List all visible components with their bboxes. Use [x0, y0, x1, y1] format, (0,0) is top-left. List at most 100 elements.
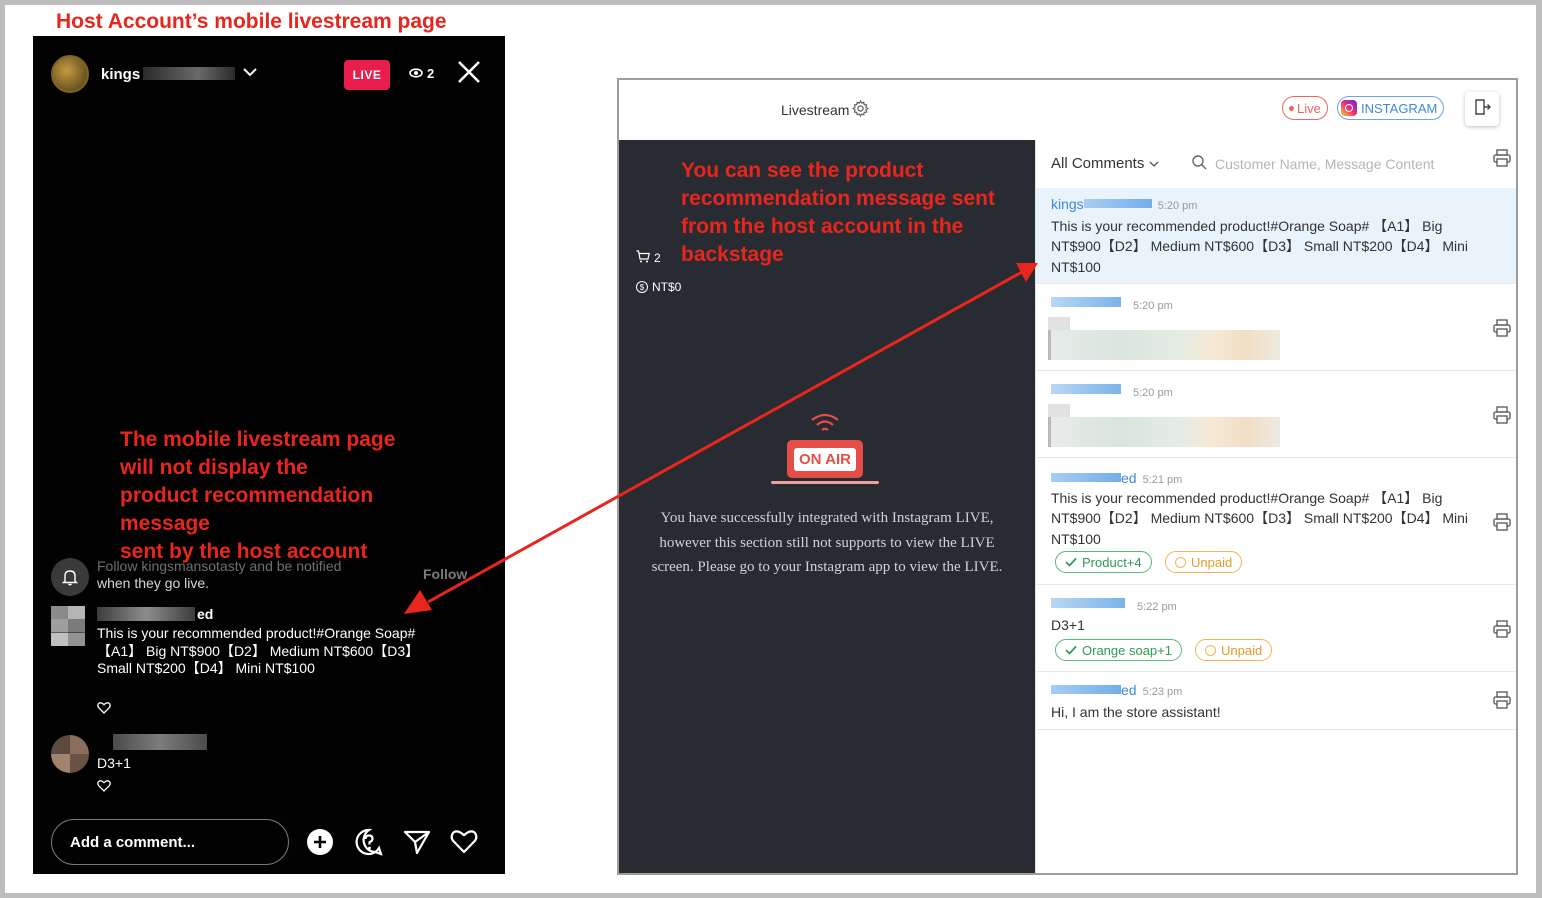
mobile-livestream-screen: kings LIVE 2 The mobile livestream page …: [33, 36, 505, 874]
comments-header: All Comments Customer Name, Message Cont…: [1036, 140, 1516, 188]
print-button[interactable]: [1492, 318, 1512, 343]
product-tag[interactable]: Product+4: [1055, 551, 1152, 573]
payment-status-label: Unpaid: [1191, 554, 1233, 570]
live-status-pill: Live: [1282, 96, 1328, 120]
backstage-annotation-line: backstage: [681, 243, 784, 266]
on-air-badge: ON AIR: [787, 440, 863, 478]
comment-text: D3+1: [1051, 617, 1085, 633]
search-placeholder: Customer Name, Message Content: [1215, 156, 1435, 172]
mobile-annotation-line: will not display the: [120, 456, 308, 479]
viewer-count: 2: [409, 66, 434, 81]
chevron-down-icon[interactable]: [243, 64, 257, 80]
product-tag-label: Product+4: [1082, 554, 1142, 570]
comment-author[interactable]: kings 5:20 pm: [1051, 196, 1197, 212]
comment-row[interactable]: ed 5:21 pm This is your recommended produ…: [1036, 458, 1516, 585]
instagram-pill: INSTAGRAM: [1337, 96, 1445, 120]
comment-row[interactable]: 5:20 pm: [1036, 284, 1516, 371]
redacted-name: [1051, 297, 1121, 307]
check-icon: [1065, 643, 1077, 658]
print-button[interactable]: [1492, 512, 1512, 537]
redacted-name: [1083, 199, 1152, 208]
print-all-button[interactable]: [1492, 148, 1512, 173]
comment-row[interactable]: 5:20 pm: [1036, 371, 1516, 458]
follow-notification: Follow kingsmansotasty and be notified w…: [51, 558, 491, 598]
backstage-annotation-line: recommendation message sent: [681, 187, 995, 210]
payment-status-label: Unpaid: [1221, 642, 1263, 658]
heart-icon[interactable]: [97, 701, 111, 717]
comment-time: 5:21 pm: [1142, 474, 1183, 486]
redacted-name: [97, 607, 195, 621]
mobile-caption: Host Account’s mobile livestream page: [56, 10, 447, 33]
comment-author-name: kings: [1051, 196, 1084, 212]
avatar: [51, 606, 85, 646]
comment-author-name: ed: [1121, 682, 1137, 698]
product-tag-label: Orange soap+1: [1082, 642, 1172, 658]
redacted-message: [1048, 404, 1070, 418]
payment-status-badge: Unpaid: [1165, 551, 1243, 573]
close-icon[interactable]: [455, 58, 483, 86]
product-tag[interactable]: Orange soap+1: [1055, 639, 1182, 661]
redacted-message: [1048, 317, 1070, 331]
comment-author[interactable]: ed 5:21 pm: [1051, 470, 1182, 486]
backstage-annotation: You can see the product recommendation m…: [681, 157, 1031, 269]
comment-time: 5:20 pm: [1133, 387, 1173, 399]
comment-text: This is your recommended product!#Orange…: [1051, 490, 1469, 547]
mobile-annotation-line: message: [120, 512, 210, 535]
heart-icon[interactable]: [97, 779, 111, 795]
gear-icon[interactable]: [852, 99, 870, 120]
send-icon[interactable]: [403, 828, 431, 856]
follow-button[interactable]: Follow: [423, 566, 467, 582]
total-amount-value: NT$0: [652, 280, 682, 294]
live-status-label: Live: [1297, 100, 1321, 116]
printer-icon: [1493, 406, 1511, 424]
backstage-header: Livestream Live INSTAGRAM: [619, 80, 1516, 140]
check-icon: [1065, 555, 1077, 570]
comment-username-suffix: ed: [197, 606, 214, 622]
comment-input[interactable]: Add a comment...: [51, 819, 289, 865]
search-input[interactable]: Customer Name, Message Content: [1192, 155, 1434, 173]
mobile-annotation-line: The mobile livestream page: [120, 428, 396, 451]
eye-icon: [409, 66, 423, 81]
live-preview-area: 2 $ NT$0 You can see the product recomme…: [619, 140, 1035, 873]
avatar: [51, 735, 89, 773]
backstage-panel: Livestream Live INSTAGRAM 2 $ NT$0 You c…: [617, 78, 1518, 875]
on-air-graphic: ON AIR: [771, 412, 883, 486]
heart-icon[interactable]: [450, 828, 478, 856]
redacted-name: [1051, 473, 1121, 482]
page-title: Livestream: [781, 99, 870, 120]
on-air-base: [771, 481, 879, 484]
host-avatar[interactable]: [51, 55, 89, 93]
printer-icon: [1493, 513, 1511, 531]
cart-count-value: 2: [654, 251, 661, 265]
total-amount: $ NT$0: [636, 280, 681, 294]
comment-text: This is your recommended product!#Orange…: [1051, 218, 1469, 275]
question-icon[interactable]: [355, 828, 383, 856]
comment-row[interactable]: 5:22 pm D3+1 Orange soap+1 Unpaid: [1036, 585, 1516, 672]
page-title-text: Livestream: [781, 102, 850, 118]
live-dot-icon: [1289, 105, 1294, 111]
comment-author[interactable]: ed 5:23 pm: [1051, 682, 1182, 698]
add-circle-icon[interactable]: [306, 828, 334, 856]
print-button[interactable]: [1492, 405, 1512, 430]
comment-author: 5:20 pm: [1127, 383, 1173, 399]
search-icon: [1192, 155, 1207, 173]
on-air-message: You have successfully integrated with In…: [651, 510, 1003, 575]
comment-time: 5:22 pm: [1137, 601, 1177, 613]
exit-button[interactable]: [1465, 92, 1499, 126]
cart-icon: [636, 250, 650, 266]
host-username[interactable]: kings: [101, 66, 140, 83]
comment-row[interactable]: ed 5:23 pm Hi, I am the store assistant!: [1036, 672, 1516, 730]
printer-icon: [1493, 620, 1511, 638]
mobile-header: kings LIVE 2: [33, 36, 505, 112]
instagram-label: INSTAGRAM: [1361, 100, 1438, 116]
redacted-message: [1048, 417, 1280, 447]
comment-time: 5:20 pm: [1133, 300, 1173, 312]
viewer-count-value: 2: [427, 66, 435, 81]
print-button[interactable]: [1492, 690, 1512, 715]
mobile-annotation: The mobile livestream page will not disp…: [120, 426, 450, 566]
comment-row[interactable]: kings 5:20 pm This is your recommended pr…: [1036, 188, 1516, 284]
print-button[interactable]: [1492, 619, 1512, 644]
comment-filter-dropdown[interactable]: All Comments: [1051, 155, 1159, 172]
redacted-name: [1051, 384, 1121, 394]
comment-time: 5:20 pm: [1157, 200, 1198, 212]
